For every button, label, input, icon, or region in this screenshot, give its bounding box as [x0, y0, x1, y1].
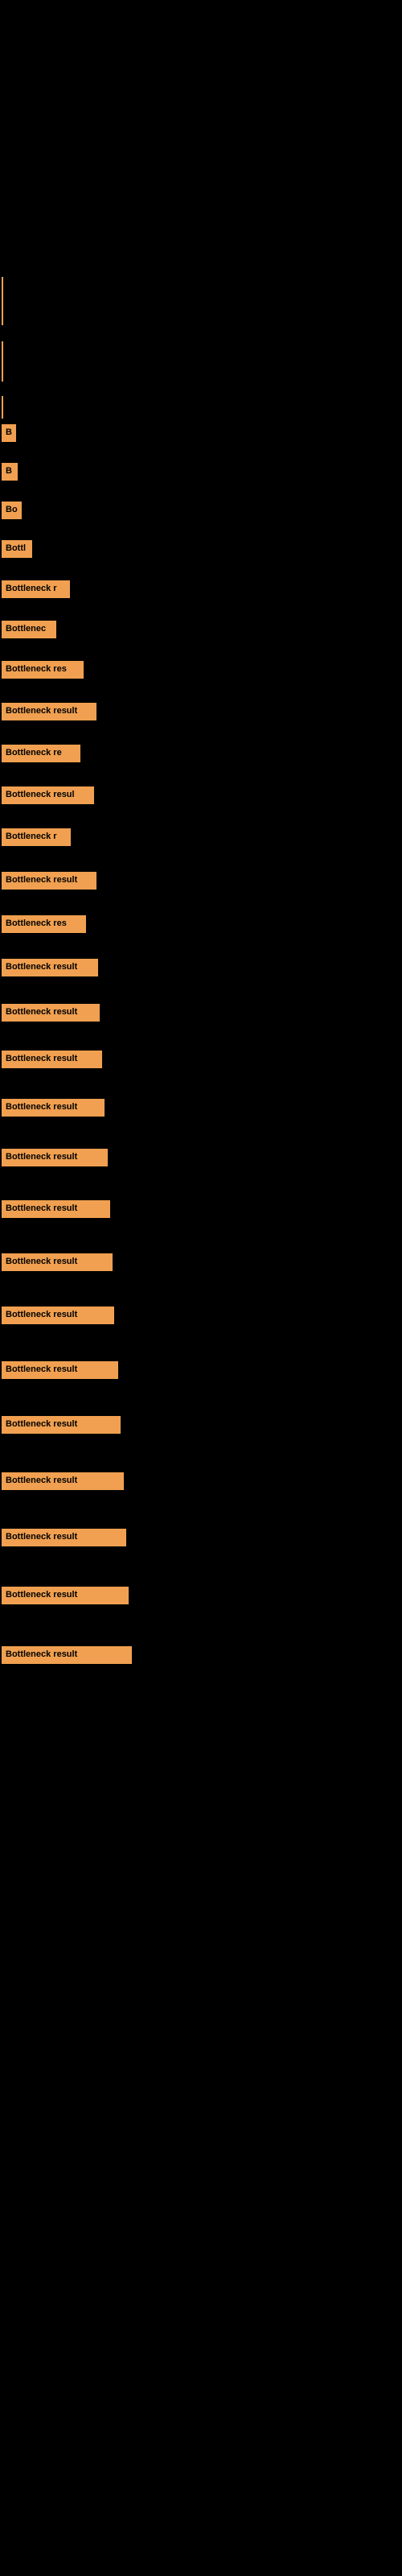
- bar-row: Bottlenec: [2, 618, 402, 641]
- bar-label: Bottleneck result: [2, 1472, 124, 1489]
- bar-row: Bottleneck result: [2, 956, 402, 979]
- bar-container: B B Bo Bottl Bottleneck r Bottlenec Bottleneck…: [0, 422, 402, 1668]
- bar-row: Bottleneck result: [2, 1470, 402, 1492]
- bar-label: Bottleneck re: [2, 745, 80, 762]
- bar-row: Bottleneck result: [2, 1414, 402, 1436]
- bar-row: Bottleneck resul: [2, 784, 402, 807]
- bar-label: Bottleneck result: [2, 1099, 105, 1116]
- bar-label: Bottleneck r: [2, 580, 70, 597]
- bar-label: B: [2, 424, 16, 441]
- bar-label: Bottleneck result: [2, 872, 96, 889]
- bar-row: Bottleneck res: [2, 658, 402, 681]
- bar-label: Bottleneck result: [2, 1361, 118, 1378]
- bar-label: Bottleneck result: [2, 1051, 102, 1067]
- bar-label: Bottleneck result: [2, 1004, 100, 1021]
- bar-row: Bottleneck result: [2, 1584, 402, 1607]
- bar-row: Bottleneck result: [2, 1198, 402, 1220]
- bar-row: Bottleneck re: [2, 742, 402, 765]
- bar-row: Bottleneck r: [2, 826, 402, 848]
- bar-row: Bottleneck result: [2, 1526, 402, 1549]
- bar-label: Bottleneck result: [2, 1200, 110, 1217]
- bar-label: Bottleneck res: [2, 661, 84, 678]
- bar-label: Bottleneck result: [2, 703, 96, 720]
- bar-label: Bottleneck result: [2, 959, 98, 976]
- bar-row: Bottleneck result: [2, 1096, 402, 1119]
- bar-row: Bottl: [2, 538, 402, 560]
- bar-label: Bottleneck result: [2, 1646, 132, 1663]
- bar-row: Bottleneck result: [2, 1001, 402, 1024]
- bar-row: B: [2, 460, 402, 483]
- bar-row: Bottleneck result: [2, 700, 402, 723]
- bar-label: Bottleneck result: [2, 1307, 114, 1323]
- bar-label: Bottleneck result: [2, 1416, 121, 1433]
- bar-row: Bottleneck r: [2, 578, 402, 601]
- bar-label: Bottleneck result: [2, 1529, 126, 1546]
- bar-label: Bottl: [2, 540, 32, 557]
- bar-label: Bo: [2, 502, 22, 518]
- bar-label: Bottleneck r: [2, 828, 71, 845]
- bar-row: Bottleneck result: [2, 869, 402, 892]
- bar-label: Bottleneck resul: [2, 786, 94, 803]
- bar-label: Bottleneck result: [2, 1587, 129, 1604]
- bar-label: Bottlenec: [2, 621, 56, 638]
- bar-row: Bottleneck res: [2, 913, 402, 935]
- bar-row: Bo: [2, 499, 402, 522]
- bar-row: Bottleneck result: [2, 1048, 402, 1071]
- chart-area: [16, 11, 386, 269]
- bar-label: B: [2, 463, 18, 480]
- bar-row: B: [2, 422, 402, 444]
- bar-row: Bottleneck result: [2, 1251, 402, 1274]
- site-title: [0, 0, 402, 11]
- bar-label: Bottleneck result: [2, 1253, 113, 1270]
- bar-row: Bottleneck result: [2, 1644, 402, 1666]
- bar-row: Bottleneck result: [2, 1359, 402, 1381]
- bar-row: Bottleneck result: [2, 1304, 402, 1327]
- bar-label: Bottleneck result: [2, 1149, 108, 1166]
- bar-label: Bottleneck res: [2, 915, 86, 932]
- bar-row: Bottleneck result: [2, 1146, 402, 1169]
